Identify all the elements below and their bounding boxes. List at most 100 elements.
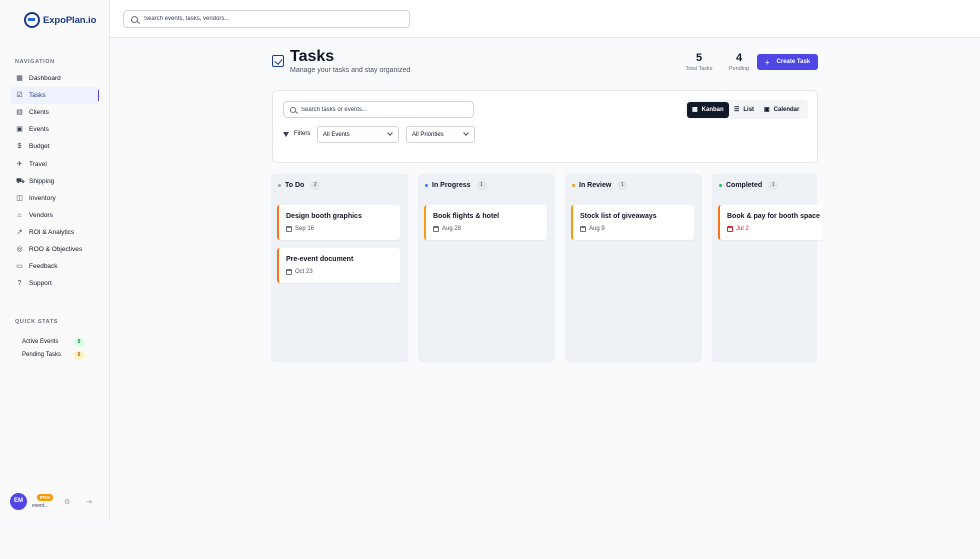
logo-icon <box>24 12 40 28</box>
task-due-date: Sep 16 <box>286 226 314 232</box>
sidebar: ExpoPlan.io NAVIGATION ▦ Dashboard ☑ Tasks… <box>0 0 110 521</box>
sidebar-item-label: Dashboard <box>29 75 61 83</box>
sidebar-item-budget[interactable]: $ Budget <box>10 138 99 155</box>
sidebar-item-tasks[interactable]: ☑ Tasks <box>10 87 99 105</box>
column-header: Completed 1 <box>719 181 779 190</box>
column-header: To Do 2 <box>278 181 321 190</box>
stat-value: 4 <box>735 52 743 64</box>
view-kanban-button[interactable]: ▦ Kanban <box>687 101 729 118</box>
task-card[interactable]: Stock list of giveaways Aug 9 <box>571 205 694 240</box>
due-date-text: Aug 28 <box>442 226 462 232</box>
create-task-button[interactable]: + Create Task <box>757 54 818 70</box>
sidebar-item-feedback[interactable]: ▭ Feedback <box>10 258 99 275</box>
sidebar-item-shipping[interactable]: ⛟ Shipping <box>10 173 99 190</box>
view-label: Calendar <box>773 106 800 113</box>
quick-stat-label: Active Events <box>22 339 59 345</box>
building-icon: ▤ <box>16 109 23 117</box>
status-dot-icon <box>572 184 575 187</box>
kanban-column-in-progress: In Progress 1 Book flights & hotel Aug 2… <box>418 174 555 362</box>
status-dot-icon <box>425 184 428 187</box>
status-dot-icon <box>719 184 722 187</box>
help-icon: ? <box>17 280 22 288</box>
sidebar-item-label: Vendors <box>29 211 53 219</box>
view-label: List <box>743 106 755 113</box>
status-dot-icon <box>278 184 281 187</box>
kanban-icon: ▦ <box>692 107 698 113</box>
sidebar-item-label: Tasks <box>29 92 46 100</box>
task-card[interactable]: Book flights & hotel Aug 28 <box>424 205 547 240</box>
priority-select[interactable]: All Priorities <box>406 126 475 143</box>
event-select[interactable]: All Events <box>317 126 399 143</box>
sidebar-item-support[interactable]: ? Support <box>10 275 99 292</box>
quick-stat-active-events[interactable]: Active Events 0 <box>22 337 85 347</box>
truck-icon: ⛟ <box>16 177 25 185</box>
column-header: In Progress 1 <box>425 181 487 190</box>
chevron-down-icon <box>463 130 469 136</box>
due-date-text: Jul 2 <box>736 226 749 232</box>
sidebar-nav: ▦ Dashboard ☑ Tasks ▤ Clients ▣ Events $ Budg… <box>10 70 99 292</box>
sidebar-item-dashboard[interactable]: ▦ Dashboard <box>10 70 99 87</box>
filter-icon <box>283 131 289 137</box>
global-search-input[interactable] <box>144 16 384 22</box>
due-date-text: Sep 16 <box>295 226 315 232</box>
search-icon <box>290 106 296 113</box>
chart-icon: ↗ <box>16 228 23 236</box>
message-icon: ▭ <box>16 263 23 271</box>
logout-icon[interactable]: ⇥ <box>86 498 92 506</box>
kanban-column-completed: Completed 1 Book & pay for booth space J… <box>712 174 823 362</box>
box-icon: ◫ <box>16 194 23 202</box>
target-icon: ◎ <box>16 245 23 253</box>
column-header: In Review 1 <box>572 181 628 190</box>
task-title: Book & pay for booth space <box>727 213 820 220</box>
task-card[interactable]: Book & pay for booth space Jul 2 <box>718 205 823 240</box>
sidebar-item-label: Clients <box>29 109 49 117</box>
store-icon: ⌂ <box>17 211 22 219</box>
global-search[interactable] <box>123 10 410 28</box>
sidebar-item-events[interactable]: ▣ Events <box>10 121 99 138</box>
chevron-down-icon <box>387 130 393 136</box>
avatar[interactable]: EM <box>10 493 27 510</box>
calendar-icon <box>727 226 733 232</box>
task-due-date: Oct 23 <box>286 269 313 275</box>
create-task-label: Create Task <box>776 59 811 65</box>
quick-stat-pending-tasks[interactable]: Pending Tasks 0 <box>22 350 85 360</box>
app-name: ExpoPlan.io <box>43 14 97 26</box>
task-search[interactable] <box>283 101 474 118</box>
task-search-input[interactable] <box>301 106 473 113</box>
list-icon: ☰ <box>734 107 740 113</box>
sidebar-item-inventory[interactable]: ◫ Inventory <box>10 190 99 207</box>
column-count-badge: 1 <box>476 181 487 190</box>
task-card[interactable]: Design booth graphics Sep 16 <box>277 205 400 240</box>
column-title: Completed <box>726 182 763 189</box>
sidebar-item-roo-objectives[interactable]: ◎ ROO & Objectives <box>10 241 99 258</box>
task-card[interactable]: Pre-event document Oct 23 <box>277 248 400 283</box>
settings-icon[interactable]: ⚙ <box>64 498 70 506</box>
column-count-badge: 1 <box>617 181 628 190</box>
filters-text: Filters <box>294 131 311 137</box>
column-count-badge: 2 <box>310 181 321 190</box>
view-calendar-button[interactable]: ▣ Calendar <box>759 102 804 118</box>
user-profile[interactable]: EM PRO event... ⚙ ⇥ <box>10 493 92 510</box>
calendar-icon <box>580 226 586 232</box>
sidebar-item-label: Feedback <box>29 263 58 271</box>
checkbox-icon: ☑ <box>16 92 23 100</box>
plane-icon: ✈ <box>16 160 23 168</box>
plan-badge: PRO <box>37 494 53 501</box>
sidebar-item-label: Support <box>29 280 52 288</box>
sidebar-item-travel[interactable]: ✈ Travel <box>10 155 99 172</box>
view-list-button[interactable]: ☰ List <box>729 102 759 118</box>
sidebar-item-roi-analytics[interactable]: ↗ ROI & Analytics <box>10 224 99 241</box>
sidebar-item-clients[interactable]: ▤ Clients <box>10 104 99 121</box>
app-logo[interactable]: ExpoPlan.io <box>24 12 96 28</box>
stat-value: 5 <box>695 52 703 64</box>
task-due-date: Jul 2 <box>727 226 749 232</box>
sidebar-item-label: Travel <box>29 160 47 168</box>
due-date-text: Oct 23 <box>295 269 313 275</box>
stat-label: Total Tasks <box>685 66 713 72</box>
due-date-text: Aug 9 <box>589 226 605 232</box>
sidebar-item-label: Shipping <box>29 177 55 185</box>
calendar-icon <box>433 226 439 232</box>
sidebar-item-vendors[interactable]: ⌂ Vendors <box>10 207 99 224</box>
column-count-badge: 1 <box>768 181 779 190</box>
pending-stat: 4 Pending <box>722 52 756 72</box>
